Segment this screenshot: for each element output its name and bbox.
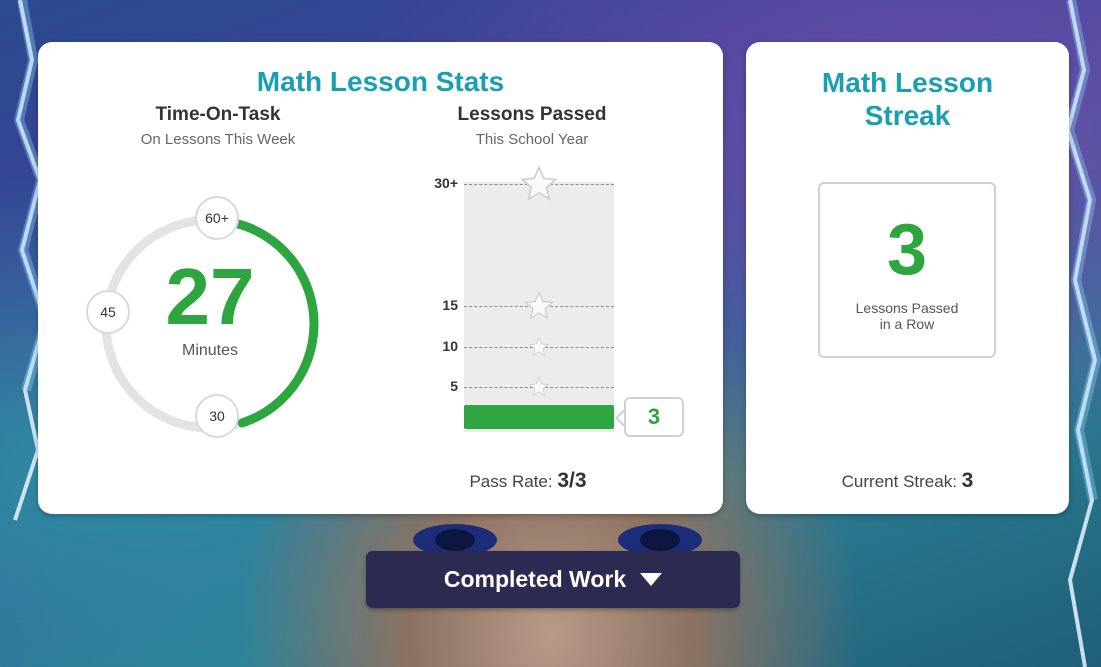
completed-work-button[interactable]: Completed Work [366, 551, 740, 608]
gauge-marker-30: 30 [195, 394, 239, 438]
completed-work-label: Completed Work [443, 566, 627, 592]
lessons-passed-callout: 3 [624, 397, 684, 437]
current-streak-value: 3 [961, 469, 974, 492]
stats-title: Math Lesson Stats [256, 66, 505, 97]
streak-caption: Lessons Passed in a Row [820, 300, 994, 332]
tick-label-30: 30+ [434, 175, 458, 191]
streak-box: 3 Lessons Passed in a Row [818, 182, 996, 358]
streak-title: Math Lesson Streak [746, 66, 1069, 132]
pass-rate-label: Pass Rate: [469, 472, 553, 491]
streak-caption-line1: Lessons Passed [855, 300, 959, 316]
star-icon [528, 336, 550, 357]
time-on-task-title: Time-On-Task [155, 104, 281, 125]
tick-label-15: 15 [442, 297, 458, 313]
current-streak: Current Streak: 3 [746, 469, 1069, 493]
streak-caption-line2: in a Row [879, 316, 935, 332]
time-on-task-value: 27 [165, 252, 255, 341]
lessons-passed-caption: This School Year [475, 131, 589, 148]
caret-down-icon [640, 573, 663, 586]
gauge-marker-45: 45 [86, 290, 130, 334]
math-lesson-streak-panel: Math Lesson Streak 3 Lessons Passed in a… [746, 42, 1069, 514]
pass-rate: Pass Rate: 3/3 [398, 469, 658, 493]
lessons-passed-title: Lessons Passed [457, 104, 607, 125]
gauge-marker-60: 60+ [195, 196, 239, 240]
tick-label-5: 5 [450, 378, 458, 394]
lessons-passed-bar [464, 405, 614, 429]
current-streak-label: Current Streak: [841, 472, 957, 491]
star-icon [520, 165, 558, 201]
math-lesson-stats-panel: Math Lesson Stats Time-On-Task On Lesson… [38, 42, 723, 514]
star-icon [528, 376, 550, 397]
streak-title-line1: Math Lesson [821, 67, 994, 98]
star-icon [524, 291, 554, 320]
pass-rate-value: 3/3 [557, 469, 587, 492]
time-on-task-caption: On Lessons This Week [140, 131, 296, 148]
streak-value: 3 [886, 210, 928, 290]
time-on-task-unit: Minutes [181, 342, 239, 359]
tick-label-10: 10 [442, 338, 458, 354]
streak-title-line2: Streak [864, 100, 951, 131]
